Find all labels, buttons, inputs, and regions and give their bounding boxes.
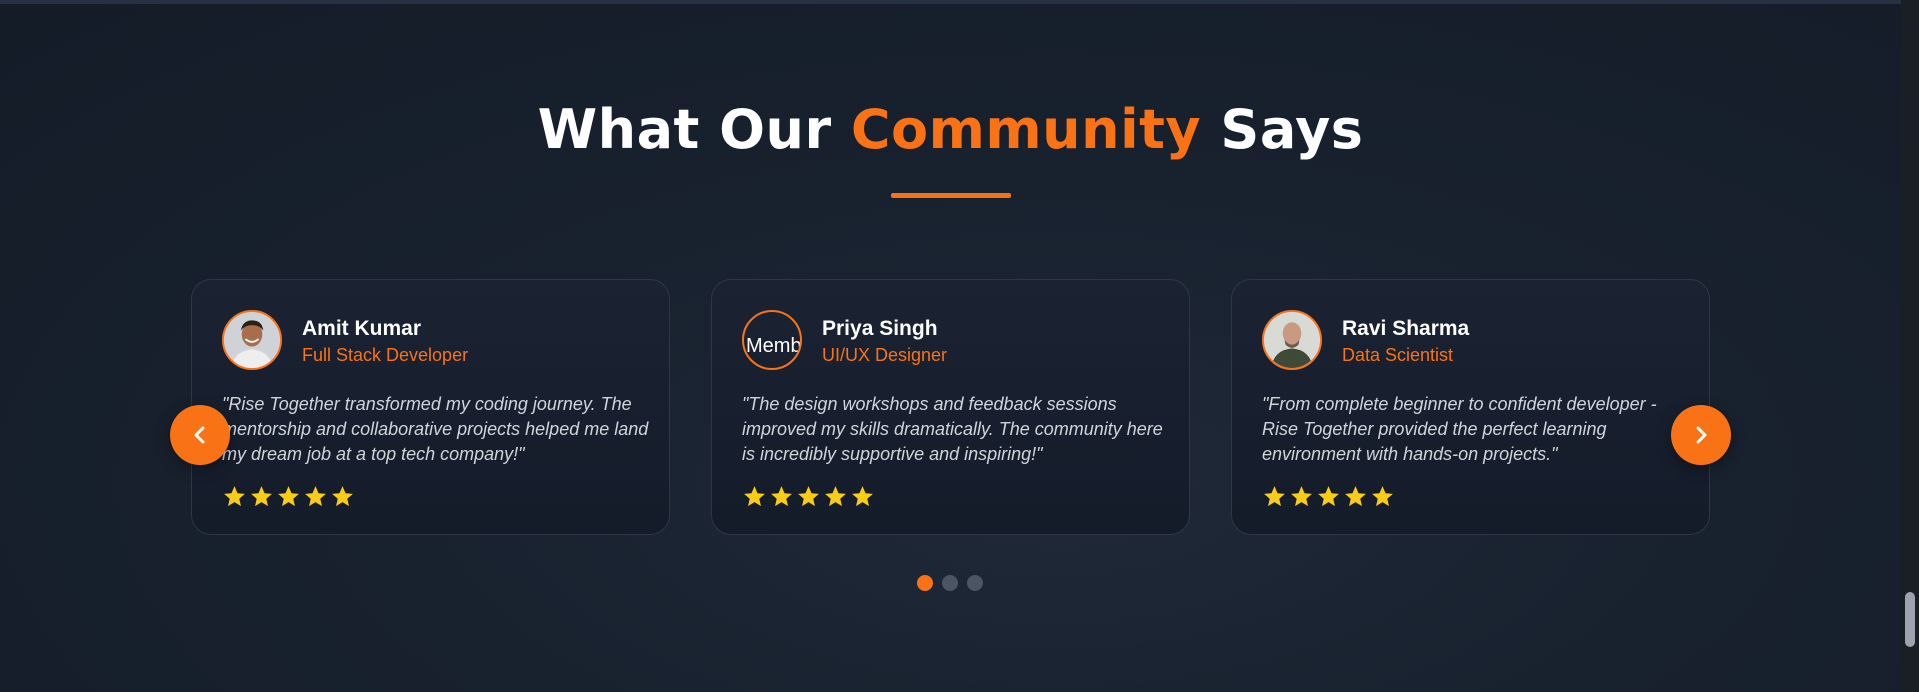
testimonials-section: What Our Community Says Amit Kumar Full … — [0, 0, 1919, 692]
testimonial-quote: "The design workshops and feedback sessi… — [742, 394, 1163, 464]
star-icon — [1318, 486, 1339, 507]
carousel-dot-2[interactable] — [942, 575, 958, 591]
avatar-photo-icon — [224, 312, 280, 368]
rating-stars — [222, 484, 355, 509]
avatar-broken-image: Memb — [742, 310, 802, 370]
star-icon — [1345, 486, 1366, 507]
testimonial-card: Ravi Sharma Data Scientist "From complet… — [1231, 279, 1710, 535]
member-name: Ravi Sharma — [1342, 317, 1470, 340]
page-scrollbar[interactable] — [1901, 0, 1919, 692]
member-role: Full Stack Developer — [302, 345, 469, 365]
avatar — [1262, 310, 1322, 370]
chevron-right-icon — [1696, 426, 1707, 444]
testimonial-card: Amit Kumar Full Stack Developer "Rise To… — [191, 279, 670, 535]
rating-stars — [1262, 484, 1395, 509]
section-heading: What Our Community Says — [0, 98, 1901, 161]
star-icon — [852, 486, 873, 507]
heading-suffix: Says — [1220, 98, 1364, 161]
carousel-next-button[interactable] — [1671, 405, 1731, 465]
member-name: Amit Kumar — [302, 317, 422, 340]
testimonial-quote: "From complete beginner to confident dev… — [1262, 394, 1657, 464]
star-icon — [1291, 486, 1312, 507]
heading-accent: Community — [850, 98, 1202, 161]
star-icon — [744, 486, 765, 507]
star-icon — [278, 486, 299, 507]
scrollbar-thumb[interactable] — [1905, 592, 1915, 647]
top-divider — [0, 0, 1901, 4]
member-name: Priya Singh — [822, 317, 938, 340]
avatar — [222, 310, 282, 370]
star-icon — [1264, 486, 1285, 507]
carousel-pagination — [917, 575, 983, 591]
member-role: UI/UX Designer — [822, 345, 948, 365]
testimonial-card: Memb Priya Singh UI/UX Designer "The des… — [711, 279, 1190, 535]
avatar-photo-icon — [1264, 312, 1320, 368]
chevron-left-icon — [194, 426, 205, 444]
star-icon — [332, 486, 353, 507]
heading-underline — [891, 193, 1011, 198]
avatar-alt-text: Memb — [746, 335, 802, 357]
carousel-dot-3[interactable] — [967, 575, 983, 591]
testimonial-quote: "Rise Together transformed my coding jou… — [222, 394, 649, 464]
star-icon — [224, 486, 245, 507]
star-icon — [798, 486, 819, 507]
star-icon — [825, 486, 846, 507]
star-icon — [251, 486, 272, 507]
star-icon — [1372, 486, 1393, 507]
carousel-prev-button[interactable] — [170, 405, 230, 465]
star-icon — [771, 486, 792, 507]
member-role: Data Scientist — [1342, 345, 1454, 365]
star-icon — [305, 486, 326, 507]
rating-stars — [742, 484, 875, 509]
heading-prefix: What Our — [537, 98, 832, 161]
carousel-dot-1[interactable] — [917, 575, 933, 591]
